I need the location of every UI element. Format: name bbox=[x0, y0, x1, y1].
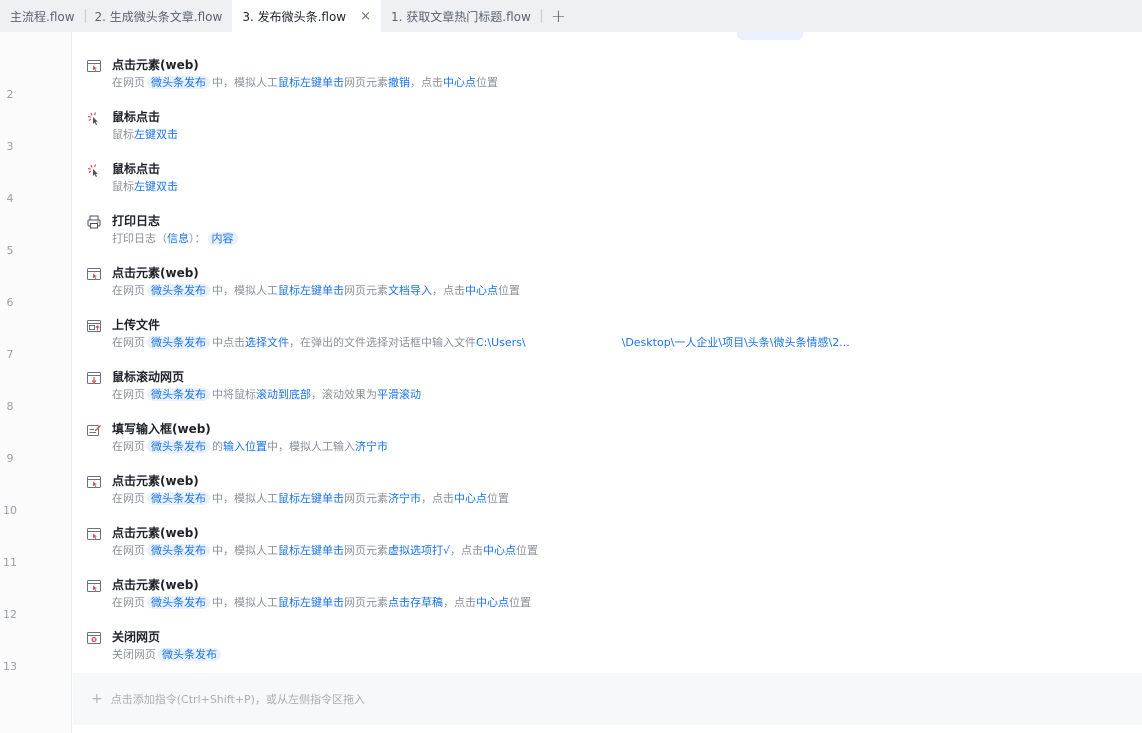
line-number: 4 bbox=[6, 192, 14, 205]
line-number: 5 bbox=[6, 244, 14, 257]
new-tab-area: + bbox=[540, 0, 576, 32]
line-number: 13 bbox=[3, 660, 17, 673]
tab-3[interactable]: 3. 发布微头条.flow × bbox=[232, 0, 382, 32]
mouse-click-icon bbox=[86, 162, 102, 178]
fill-input-icon bbox=[86, 422, 102, 438]
web-click-icon bbox=[86, 526, 102, 542]
step-title: 点击元素(web) bbox=[112, 474, 199, 488]
flow-step[interactable]: 点击元素(web) 在网页 微头条发布 中，模拟人工鼠标左键单击网页元素虚拟选项打√，… bbox=[73, 500, 1142, 557]
tab-1[interactable]: 主流程.flow bbox=[0, 0, 85, 32]
line-number: 3 bbox=[6, 140, 14, 153]
tab-2[interactable]: 2. 生成微头条文章.flow bbox=[84, 0, 233, 32]
step-title: 点击元素(web) bbox=[112, 526, 199, 540]
line-number: 2 bbox=[6, 88, 14, 101]
web-click-icon bbox=[86, 578, 102, 594]
web-click-icon bbox=[86, 58, 102, 74]
flow-step[interactable]: 填写输入框(web) 在网页 微头条发布 的输入位置中，模拟人工输入济宁市 bbox=[73, 396, 1142, 453]
step-description: 关闭网页 微头条发布 bbox=[112, 647, 223, 663]
step-title: 鼠标滚动网页 bbox=[112, 370, 185, 384]
step-title: 鼠标点击 bbox=[112, 162, 161, 176]
tab-label: 1. 获取文章热门标题.flow bbox=[391, 9, 531, 24]
line-number: 6 bbox=[6, 296, 14, 309]
line-number: 8 bbox=[6, 400, 14, 413]
mouse-click-icon bbox=[86, 110, 102, 126]
web-click-icon bbox=[86, 474, 102, 490]
step-title: 点击元素(web) bbox=[112, 266, 199, 280]
flow-editor: + 点击添加指令(Ctrl+Shift+P)，或从左侧指令区拖入 点击元素(we… bbox=[73, 32, 1142, 733]
tab-divider bbox=[84, 9, 86, 23]
upload-file-icon bbox=[86, 318, 102, 334]
flow-step[interactable]: 点击元素(web) 在网页 微头条发布 中，模拟人工鼠标左键单击网页元素济宁市，点击中… bbox=[73, 448, 1142, 505]
add-tab-icon[interactable]: + bbox=[551, 6, 566, 27]
flow-step[interactable]: 鼠标滚动网页 在网页 微头条发布 中将鼠标滚动到底部，滚动效果为平滑滚动 bbox=[73, 344, 1142, 401]
variable-pill[interactable]: 微头条发布 bbox=[158, 648, 221, 661]
step-title: 点击元素(web) bbox=[112, 58, 199, 72]
step-title: 鼠标点击 bbox=[112, 110, 161, 124]
close-icon[interactable]: × bbox=[360, 9, 371, 24]
close-page-icon bbox=[86, 630, 102, 646]
line-number: 7 bbox=[6, 348, 14, 361]
plus-icon: + bbox=[91, 691, 103, 707]
desc-text: 关闭网页 bbox=[112, 648, 156, 661]
step-title: 上传文件 bbox=[112, 318, 161, 332]
line-number-gutter: 2 3 4 5 6 7 8 9 10 11 12 13 bbox=[0, 32, 72, 733]
step-title: 点击元素(web) bbox=[112, 578, 199, 592]
line-number: 12 bbox=[3, 608, 17, 621]
tab-bar: 主流程.flow 2. 生成微头条文章.flow 3. 发布微头条.flow × 1. … bbox=[0, 0, 1142, 32]
tab-divider bbox=[540, 9, 542, 23]
web-click-icon bbox=[86, 266, 102, 282]
flow-step[interactable]: 点击元素(web) 在网页 微头条发布 中，模拟人工鼠标左键单击网页元素文档导入，点击… bbox=[73, 240, 1142, 297]
scroll-page-icon bbox=[86, 370, 102, 386]
tab-label: 3. 发布微头条.flow bbox=[242, 9, 347, 24]
step-title: 打印日志 bbox=[112, 214, 161, 228]
add-command-bar[interactable]: + 点击添加指令(Ctrl+Shift+P)，或从左侧指令区拖入 bbox=[73, 673, 1142, 725]
tab-4[interactable]: 1. 获取文章热门标题.flow bbox=[381, 0, 541, 32]
flow-step[interactable]: 上传文件 在网页 微头条发布 中点击选择文件，在弹出的文件选择对话框中输入文件C:\U… bbox=[73, 292, 1142, 349]
flow-step[interactable]: 点击元素(web) 在网页 微头条发布 中，模拟人工鼠标左键单击网页元素点击存草稿，点… bbox=[73, 552, 1142, 609]
line-number: 11 bbox=[3, 556, 17, 569]
print-log-icon bbox=[86, 214, 102, 230]
flow-step[interactable]: 点击元素(web) 在网页 微头条发布 中，模拟人工鼠标左键单击网页元素撤销，点击中心… bbox=[73, 32, 1142, 89]
flow-step[interactable]: 鼠标点击 鼠标左键双击 bbox=[73, 84, 1142, 141]
step-title: 关闭网页 bbox=[112, 630, 161, 644]
flow-step[interactable]: 打印日志 打印日志（信息）： 内容 bbox=[73, 188, 1142, 245]
flow-step[interactable]: 鼠标点击 鼠标左键双击 bbox=[73, 136, 1142, 193]
flow-step[interactable]: 关闭网页 关闭网页 微头条发布 bbox=[73, 604, 1142, 661]
line-number: 9 bbox=[6, 452, 14, 465]
line-number: 10 bbox=[3, 504, 17, 517]
tab-label: 主流程.flow bbox=[10, 9, 75, 24]
tab-label: 2. 生成微头条文章.flow bbox=[94, 9, 223, 24]
step-title: 填写输入框(web) bbox=[112, 422, 211, 436]
add-command-hint: 点击添加指令(Ctrl+Shift+P)，或从左侧指令区拖入 bbox=[110, 693, 365, 706]
